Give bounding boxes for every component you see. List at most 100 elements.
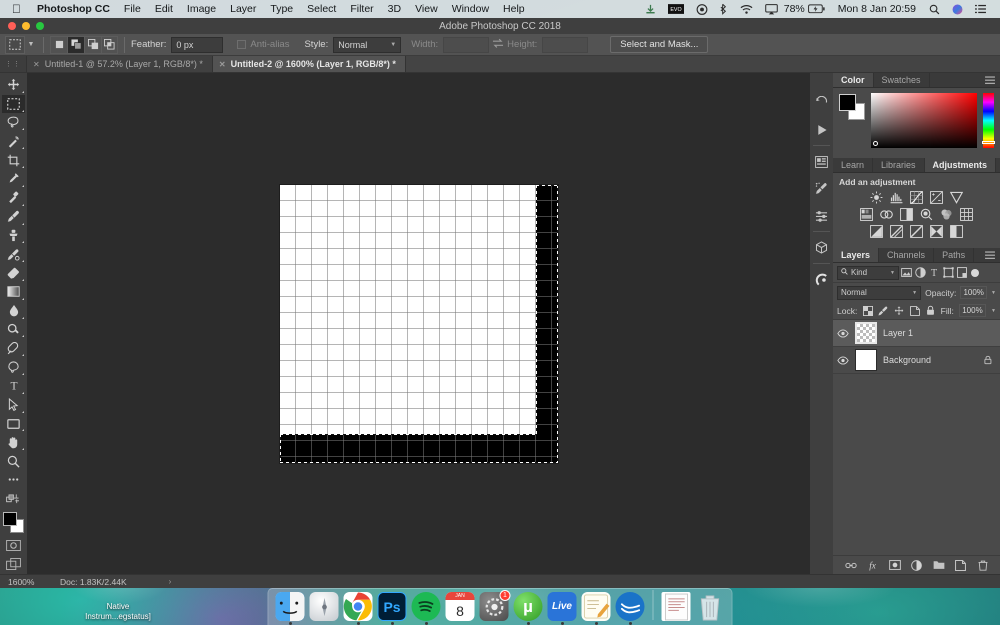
dock-item-calendar[interactable]: JAN 8 (445, 592, 475, 621)
3d-cube-icon[interactable] (810, 234, 833, 261)
path-selection-tool[interactable] (2, 358, 25, 376)
table-row[interactable]: Layer 1 (833, 320, 1000, 347)
new-selection-button[interactable] (50, 35, 67, 54)
color-lookup-icon[interactable] (960, 208, 974, 221)
battery-icon[interactable] (807, 0, 831, 18)
layer-name[interactable]: Layer 1 (883, 328, 976, 338)
tab-adjustments[interactable]: Adjustments (924, 158, 997, 172)
eye-icon[interactable] (837, 328, 849, 338)
default-colors-and-swap[interactable] (2, 490, 25, 508)
dock-item-documents-stack[interactable] (661, 592, 691, 621)
layer-thumbnail[interactable] (855, 322, 877, 344)
apple-logo-icon[interactable]:  (6, 0, 30, 18)
eraser-tool[interactable] (2, 264, 25, 282)
new-layer-icon[interactable] (955, 559, 967, 571)
wifi-icon[interactable] (734, 0, 759, 18)
adjustments-sliders-icon[interactable] (810, 202, 833, 229)
type-tool[interactable]: T (2, 377, 25, 395)
lock-position-icon[interactable] (894, 305, 905, 316)
dock-item-finder[interactable] (275, 592, 305, 625)
select-and-mask-button[interactable]: Select and Mask... (610, 36, 709, 53)
history-icon[interactable] (810, 89, 833, 116)
notification-center-icon[interactable] (969, 0, 992, 18)
fill-value[interactable]: 100% (958, 304, 987, 317)
menu-item-select[interactable]: Select (300, 0, 343, 18)
blend-mode-select[interactable]: Normal ▼ (837, 285, 922, 300)
color-field[interactable] (871, 93, 977, 148)
evo-icon[interactable]: EVO (662, 0, 690, 18)
dock-item-ableton-live[interactable]: Live (547, 592, 577, 625)
download-icon[interactable] (639, 0, 662, 18)
dock-item-trash[interactable] (696, 592, 725, 621)
dock-item-photoshop[interactable]: Ps (377, 592, 407, 625)
brush-tool[interactable] (2, 208, 25, 226)
filter-adjustment-icon[interactable] (913, 266, 927, 280)
height-input[interactable] (542, 36, 589, 53)
layer-style-fx-icon[interactable]: fx (867, 559, 879, 571)
document-tab-untitled-2[interactable]: ✕ Untitled-2 @ 1600% (Layer 1, RGB/8*) * (212, 56, 406, 72)
close-button[interactable] (8, 22, 16, 30)
table-row[interactable]: Background (833, 347, 1000, 374)
eyedropper-tool[interactable] (2, 170, 25, 188)
dock-item-openoffice[interactable] (615, 592, 645, 625)
add-to-selection-button[interactable] (67, 35, 84, 54)
color-panel-swatches[interactable] (839, 94, 865, 120)
airplay-icon[interactable] (759, 0, 784, 18)
rectangular-marquee-icon[interactable] (5, 35, 25, 54)
quick-mask-icon[interactable] (2, 536, 25, 554)
lock-transparent-pixels-icon[interactable] (862, 305, 873, 316)
siri-icon[interactable] (946, 0, 969, 18)
actions-play-icon[interactable] (810, 116, 833, 143)
curves-icon[interactable] (910, 191, 924, 204)
menu-item-view[interactable]: View (408, 0, 445, 18)
brush-settings-icon[interactable] (810, 175, 833, 202)
properties-icon[interactable] (810, 148, 833, 175)
menu-item-edit[interactable]: Edit (148, 0, 180, 18)
delete-layer-icon[interactable] (977, 559, 989, 571)
menu-item-help[interactable]: Help (496, 0, 532, 18)
vibrance-icon[interactable] (950, 191, 964, 204)
tab-paths[interactable]: Paths (934, 248, 975, 262)
minimize-button[interactable] (22, 22, 30, 30)
tab-libraries[interactable]: Libraries (873, 158, 925, 172)
selective-color-icon[interactable] (950, 225, 964, 238)
tab-layers[interactable]: Layers (833, 248, 880, 262)
layer-filter-kind-select[interactable]: Kind ▼ (837, 265, 899, 280)
feather-input[interactable]: 0 px (171, 36, 224, 53)
panel-menu-icon[interactable] (996, 158, 1000, 172)
posterize-icon[interactable] (890, 225, 904, 238)
layer-thumbnail[interactable] (855, 349, 877, 371)
spot-healing-brush-tool[interactable] (2, 189, 25, 207)
foreground-color-swatch[interactable] (3, 511, 17, 526)
exposure-icon[interactable] (930, 191, 944, 204)
dock-item-notes[interactable] (581, 592, 611, 625)
gradient-map-icon[interactable] (930, 225, 944, 238)
tool-preset-chevron-down-icon[interactable]: ▼ (25, 41, 37, 48)
chevron-down-icon[interactable]: ▼ (991, 290, 996, 296)
history-brush-tool[interactable] (2, 245, 25, 263)
panel-menu-icon[interactable] (980, 248, 1000, 262)
eye-icon[interactable] (837, 355, 849, 365)
dock-item-utorrent[interactable]: µ (513, 592, 543, 625)
anti-alias-checkbox[interactable] (237, 40, 247, 49)
chevron-right-icon[interactable]: › (169, 577, 172, 586)
dock-item-spotify[interactable] (411, 592, 441, 625)
menu-item-type[interactable]: Type (263, 0, 300, 18)
status-doc-info[interactable]: Doc: 1.83K/2.44K (60, 577, 127, 587)
new-adjustment-layer-icon[interactable] (911, 559, 923, 571)
menu-item-3d[interactable]: 3D (381, 0, 408, 18)
magic-wand-tool[interactable] (2, 132, 25, 150)
add-layer-mask-icon[interactable] (888, 559, 901, 571)
color-balance-icon[interactable] (880, 208, 894, 221)
menu-item-app[interactable]: Photoshop CC (30, 0, 117, 18)
threshold-icon[interactable] (910, 225, 924, 238)
close-icon[interactable]: ✕ (33, 60, 40, 69)
menu-item-filter[interactable]: Filter (343, 0, 380, 18)
color-swatches[interactable] (2, 511, 25, 534)
dock-item-launchpad[interactable] (309, 592, 339, 621)
lock-image-pixels-icon[interactable] (878, 305, 889, 316)
chevron-down-icon[interactable]: ▼ (991, 308, 996, 314)
intersect-selection-button[interactable] (101, 35, 118, 54)
document-tab-untitled-1[interactable]: ✕ Untitled-1 @ 57.2% (Layer 1, RGB/8*) * (27, 56, 213, 72)
tab-color[interactable]: Color (833, 73, 874, 87)
